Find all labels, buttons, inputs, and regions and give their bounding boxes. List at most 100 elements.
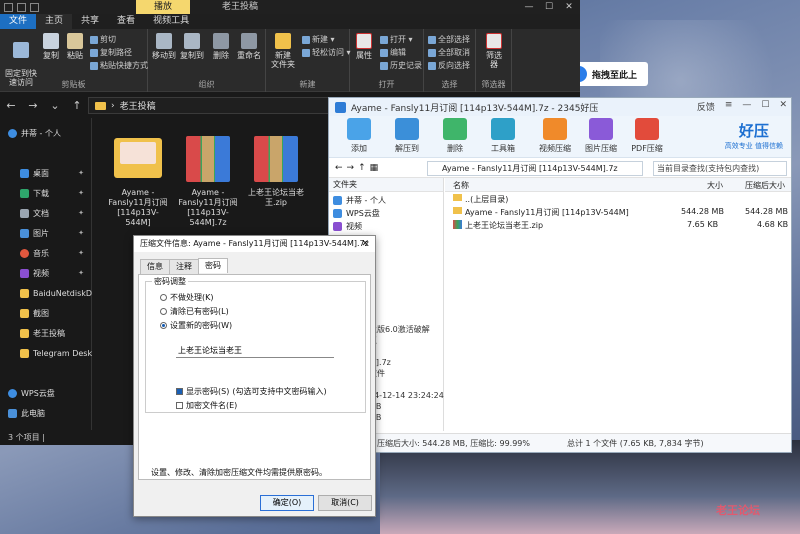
tab-info[interactable]: 信息: [140, 259, 170, 274]
add-button[interactable]: 添加: [337, 118, 381, 154]
select-all-button[interactable]: 全部选择: [428, 34, 470, 45]
archive-path-field[interactable]: Ayame - Fansly11月订阅 [114p13V-544M].7z: [427, 161, 643, 176]
file-item-folder[interactable]: Ayame - Fansly11月订阅 [114p13V-544M]: [106, 132, 170, 228]
cloud-icon: [8, 388, 17, 398]
pin-icon: ✦: [78, 229, 84, 237]
radio-clear-password[interactable]: 清除已有密码(L): [160, 306, 229, 317]
nav-item-pictures[interactable]: 图片 ✦: [0, 224, 92, 242]
nav-item-wps-cloud[interactable]: WPS云盘: [0, 384, 92, 402]
tree-node-wps[interactable]: WPS云盘: [333, 207, 380, 220]
properties-button[interactable]: 属性: [352, 33, 376, 60]
tab-video-tools[interactable]: 视频工具: [144, 14, 198, 29]
context-tab-play[interactable]: 播放: [136, 0, 190, 14]
ok-button[interactable]: 确定(O): [260, 495, 314, 511]
open-button[interactable]: 打开 ▾: [380, 34, 413, 45]
copy-button[interactable]: 复制: [40, 33, 62, 60]
radio-no-change[interactable]: 不做处理(K): [160, 292, 214, 303]
back-arrow-icon[interactable]: ←: [335, 163, 343, 173]
nav-item-baidunetdisk[interactable]: BaiduNetdiskD: [0, 284, 92, 302]
file-item-zip[interactable]: 上老王论坛当老王.zip: [244, 132, 308, 208]
back-arrow-icon[interactable]: ←: [0, 99, 22, 112]
nav-item-this-pc[interactable]: 此电脑: [0, 404, 92, 422]
feedback-link[interactable]: 反馈: [697, 100, 715, 113]
show-password-checkbox[interactable]: 显示密码(S) (勾选可支持中文密码输入): [176, 386, 327, 397]
minimize-button[interactable]: —: [519, 0, 539, 14]
tree-node-videos[interactable]: 视频: [333, 220, 362, 233]
archive-search-field[interactable]: 当前目录查找(支持包内查找): [653, 161, 787, 176]
dialog-close-icon[interactable]: ✕: [361, 236, 369, 252]
copy-path-button[interactable]: 复制路径: [90, 47, 132, 58]
music-icon: [20, 248, 29, 258]
new-folder-button[interactable]: 新建 文件夹: [268, 33, 298, 69]
edit-button[interactable]: 编辑: [380, 47, 406, 58]
column-packed-size[interactable]: 压缩后大小: [745, 180, 785, 191]
table-row[interactable]: ..(上层目录): [445, 193, 791, 206]
move-to-icon: [156, 33, 172, 49]
tab-home[interactable]: 主页: [36, 14, 73, 29]
menu-icon[interactable]: ≡: [725, 100, 733, 113]
recent-chevron-down-icon[interactable]: ⌄: [44, 99, 66, 112]
select-none-button[interactable]: 全部取消: [428, 47, 470, 58]
column-name[interactable]: 名称: [453, 180, 469, 191]
history-button[interactable]: 历史记录: [380, 60, 422, 71]
file-item-7z[interactable]: Ayame - Fansly11月订阅 [114p13V-544M].7z: [176, 132, 240, 228]
close-button[interactable]: ✕: [559, 0, 579, 14]
nav-item-telegram[interactable]: Telegram Desk: [0, 344, 92, 362]
paste-button[interactable]: 粘贴: [64, 33, 86, 60]
paste-shortcut-button[interactable]: 粘贴快捷方式: [90, 60, 148, 71]
copy-to-button[interactable]: 复制到: [180, 33, 204, 60]
cancel-button[interactable]: 取消(C): [318, 495, 372, 511]
table-row[interactable]: 上老王论坛当老王.zip 7.65 KB 4.68 KB: [445, 219, 791, 232]
tab-file[interactable]: 文件: [0, 14, 37, 29]
open-icon: [380, 35, 388, 44]
archive-delete-button[interactable]: 删除: [433, 118, 477, 154]
maximize-icon[interactable]: ☐: [761, 100, 769, 113]
image-compress-button[interactable]: 图片压缩: [579, 118, 623, 154]
rename-button[interactable]: 重命名: [236, 33, 262, 60]
nav-item-videos[interactable]: 视频 ✦: [0, 264, 92, 282]
cut-button[interactable]: 剪切: [90, 34, 116, 45]
tab-password[interactable]: 密码: [198, 258, 228, 273]
paste-shortcut-label: 粘贴快捷方式: [100, 61, 148, 70]
nav-item-music[interactable]: 音乐 ✦: [0, 244, 92, 262]
minimize-icon[interactable]: —: [742, 100, 751, 113]
tab-view[interactable]: 查看: [108, 14, 144, 29]
quick-access-properties-icon[interactable]: [4, 2, 13, 12]
nav-item-personal[interactable]: 并蒂 - 个人: [0, 124, 92, 142]
row-size: 7.65 KB: [687, 220, 719, 229]
nav-item-documents[interactable]: 文档 ✦: [0, 204, 92, 222]
forward-arrow-icon[interactable]: →: [22, 99, 44, 112]
toolbox-button[interactable]: 工具箱: [481, 118, 525, 154]
video-compress-button[interactable]: 视频压缩: [533, 118, 577, 154]
move-to-button[interactable]: 移动到: [152, 33, 176, 60]
nav-item-screenshots[interactable]: 截图: [0, 304, 92, 322]
password-input[interactable]: [176, 344, 334, 358]
tree-node-personal[interactable]: 并蒂 - 个人: [333, 194, 386, 207]
view-mode-icon[interactable]: ▦: [370, 163, 379, 173]
column-size[interactable]: 大小: [707, 180, 723, 191]
new-item-button[interactable]: 新建 ▾: [302, 34, 335, 45]
close-icon[interactable]: ✕: [779, 100, 787, 113]
maximize-button[interactable]: ☐: [539, 0, 559, 14]
up-arrow-icon[interactable]: ↑: [66, 99, 88, 112]
forward-arrow-icon[interactable]: →: [347, 163, 355, 173]
quick-access-dropdown-icon[interactable]: [30, 2, 39, 12]
radio-label: 不做处理(K): [170, 293, 214, 302]
invert-selection-button[interactable]: 反向选择: [428, 60, 470, 71]
nav-item-downloads[interactable]: 下载 ✦: [0, 184, 92, 202]
up-arrow-icon[interactable]: ↑: [358, 163, 366, 173]
filter-button[interactable]: 筛选 器: [480, 33, 508, 69]
pdf-compress-button[interactable]: PDF压缩: [625, 118, 669, 154]
nav-item-desktop[interactable]: 桌面 ✦: [0, 164, 92, 182]
breadcrumb-current[interactable]: 老王投稿: [120, 99, 156, 112]
quick-access-newfolder-icon[interactable]: [17, 2, 26, 12]
delete-button[interactable]: 删除: [210, 33, 232, 60]
easy-access-button[interactable]: 轻松访问 ▾: [302, 47, 351, 58]
tab-share[interactable]: 共享: [72, 14, 108, 29]
nav-item-laowang[interactable]: 老王投稿: [0, 324, 92, 342]
encrypt-filenames-checkbox[interactable]: 加密文件名(E): [176, 400, 237, 411]
table-row[interactable]: Ayame - Fansly11月订阅 [114p13V-544M] 544.2…: [445, 206, 791, 219]
tab-comment[interactable]: 注释: [169, 259, 199, 274]
radio-set-new-password[interactable]: 设置新的密码(W): [160, 320, 232, 331]
extract-to-button[interactable]: 解压到: [385, 118, 429, 154]
